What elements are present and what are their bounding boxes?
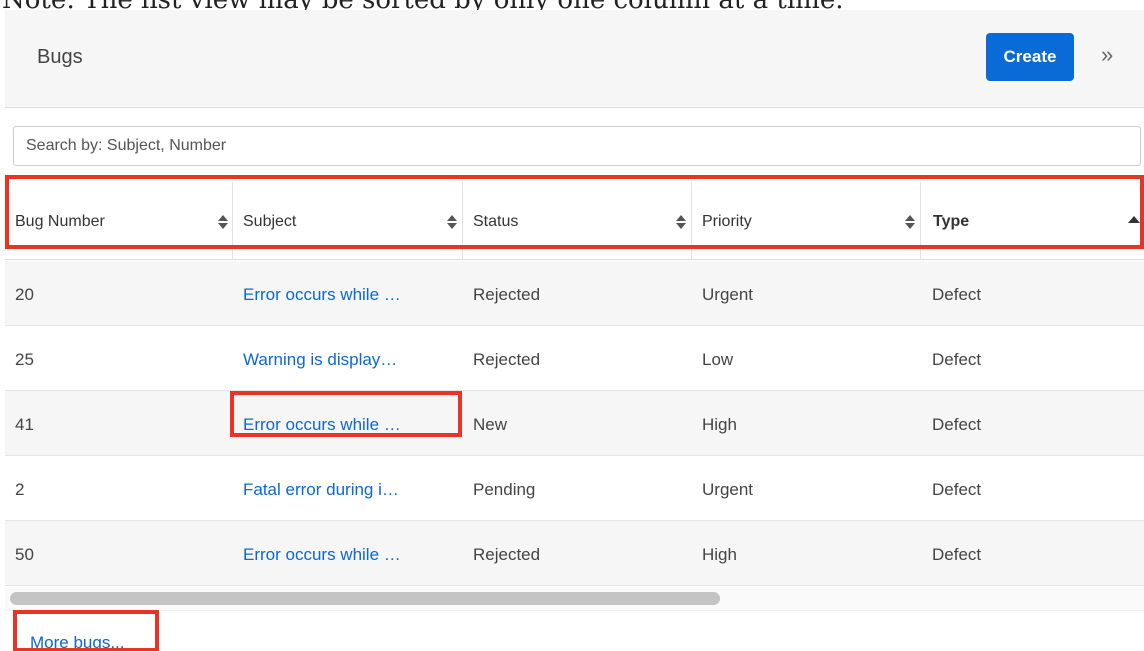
table-row: 25 Warning is display… Rejected Low Defe… (5, 326, 1144, 391)
scrollbar-thumb[interactable] (10, 592, 720, 605)
cell-subject-link[interactable]: Error occurs while … (243, 285, 401, 305)
cell-type: Defect (932, 415, 982, 434)
cell-status: New (473, 415, 508, 434)
cell-bug-number: 50 (15, 545, 34, 564)
cell-type: Defect (932, 480, 982, 499)
table-row: 2 Fatal error during i… Pending Urgent D… (5, 456, 1144, 521)
horizontal-scrollbar[interactable] (5, 587, 1144, 611)
cell-subject-link[interactable]: Error occurs while … (243, 545, 401, 565)
cell-subject-link[interactable]: Error occurs while … (243, 415, 401, 435)
cell-subject-link[interactable]: Warning is display… (243, 350, 397, 370)
column-label-type: Type (933, 213, 970, 230)
column-label-priority: Priority (702, 213, 752, 230)
cell-status: Rejected (473, 285, 541, 304)
cell-status: Rejected (473, 350, 541, 369)
cell-priority: Urgent (702, 285, 754, 304)
table-row: 41 Error occurs while … New High Defect (5, 391, 1144, 456)
cell-priority: Low (702, 350, 734, 369)
double-chevron-right-icon[interactable]: » (1101, 44, 1113, 66)
sort-both-icon[interactable] (218, 215, 228, 229)
cell-priority: High (702, 415, 737, 434)
cell-type: Defect (932, 545, 982, 564)
sort-both-icon[interactable] (447, 215, 457, 229)
column-label-bug-number: Bug Number (15, 213, 105, 230)
sort-both-icon[interactable] (676, 215, 686, 229)
search-field (13, 126, 1141, 166)
cell-type: Defect (932, 285, 982, 304)
column-header-type[interactable]: Type (921, 182, 1144, 260)
cell-status: Rejected (473, 545, 541, 564)
cell-bug-number: 20 (15, 285, 34, 304)
column-label-subject: Subject (243, 213, 297, 230)
dashlet-title: Bugs (37, 46, 83, 68)
sort-both-icon[interactable] (905, 215, 915, 229)
table-body: 20 Error occurs while … Rejected Urgent … (5, 261, 1144, 586)
more-bugs-link[interactable]: More bugs... (30, 633, 125, 651)
table-row: 50 Error occurs while … Rejected High De… (5, 521, 1144, 586)
create-button[interactable]: Create (986, 33, 1074, 81)
table-header-row: Bug Number Subject Status Priority Type (5, 182, 1144, 260)
cell-subject-link[interactable]: Fatal error during i… (243, 480, 399, 500)
bugs-dashlet: Bugs Create » Bug Number Subject Status … (5, 10, 1144, 651)
cell-type: Defect (932, 350, 982, 369)
column-header-bug-number[interactable]: Bug Number (5, 182, 233, 260)
sort-ascending-icon[interactable] (1128, 216, 1140, 224)
search-input[interactable] (14, 127, 1140, 165)
cell-priority: High (702, 545, 737, 564)
cell-status: Pending (473, 480, 536, 499)
cell-bug-number: 2 (15, 480, 25, 499)
table-row: 20 Error occurs while … Rejected Urgent … (5, 261, 1144, 326)
column-label-status: Status (473, 213, 519, 230)
cell-bug-number: 41 (15, 415, 34, 434)
cell-priority: Urgent (702, 480, 754, 499)
column-header-status[interactable]: Status (463, 182, 692, 260)
cell-bug-number: 25 (15, 350, 34, 369)
column-header-subject[interactable]: Subject (233, 182, 463, 260)
dashlet-header: Bugs Create » (5, 10, 1144, 108)
column-header-priority[interactable]: Priority (692, 182, 921, 260)
